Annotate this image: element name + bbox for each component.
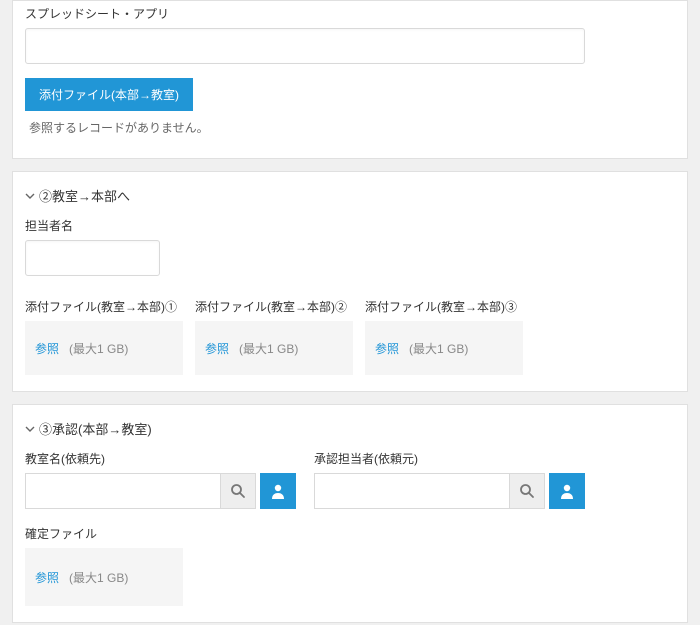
upload-col-1: 添付ファイル(教室→本部)① 参照 (最大1 GB) bbox=[25, 298, 183, 375]
no-record-message: 参照するレコードがありません。 bbox=[25, 111, 675, 142]
section2-header[interactable]: ②教室→本部へ bbox=[25, 180, 675, 217]
attach-label-1: 添付ファイル(教室→本部)① bbox=[25, 298, 183, 315]
upload-row: 添付ファイル(教室→本部)① 参照 (最大1 GB) 添付ファイル(教室→本部)… bbox=[25, 298, 675, 375]
approver-col: 承認担当者(依頼元) bbox=[314, 450, 585, 509]
search-icon bbox=[519, 483, 535, 499]
upload-box-1[interactable]: 参照 (最大1 GB) bbox=[25, 321, 183, 375]
spreadsheet-app-input[interactable] bbox=[25, 28, 585, 64]
max-size-2: (最大1 GB) bbox=[239, 340, 298, 357]
section-class-to-hq: ②教室→本部へ 担当者名 添付ファイル(教室→本部)① 参照 (最大1 GB) … bbox=[12, 171, 688, 392]
person-name-label: 担当者名 bbox=[25, 217, 675, 234]
browse-link-2[interactable]: 参照 bbox=[205, 340, 229, 357]
approver-user-button[interactable] bbox=[549, 473, 585, 509]
confirm-browse-link[interactable]: 参照 bbox=[35, 569, 59, 586]
browse-link-3[interactable]: 参照 bbox=[375, 340, 399, 357]
user-icon bbox=[269, 482, 287, 500]
attach-hq-to-class-tab[interactable]: 添付ファイル(本部→教室) bbox=[25, 78, 193, 111]
confirm-file-label: 確定ファイル bbox=[25, 525, 675, 542]
chevron-down-icon bbox=[25, 191, 35, 201]
upload-col-3: 添付ファイル(教室→本部)③ 参照 (最大1 GB) bbox=[365, 298, 523, 375]
dest-classroom-col: 教室名(依頼先) bbox=[25, 450, 296, 509]
person-name-input[interactable] bbox=[25, 240, 160, 276]
section3-header[interactable]: ③承認(本部→教室) bbox=[25, 413, 675, 450]
upload-col-2: 添付ファイル(教室→本部)② 参照 (最大1 GB) bbox=[195, 298, 353, 375]
spreadsheet-app-label: スプレッドシート・アプリ bbox=[25, 5, 675, 22]
chevron-down-icon bbox=[25, 424, 35, 434]
attach-label-2: 添付ファイル(教室→本部)② bbox=[195, 298, 353, 315]
dest-classroom-label: 教室名(依頼先) bbox=[25, 450, 296, 467]
dest-search-button[interactable] bbox=[220, 473, 256, 509]
section-approval: ③承認(本部→教室) 教室名(依頼先) 承認担当者(依頼元) bbox=[12, 404, 688, 623]
max-size-1: (最大1 GB) bbox=[69, 340, 128, 357]
attach-label-3: 添付ファイル(教室→本部)③ bbox=[365, 298, 523, 315]
max-size-3: (最大1 GB) bbox=[409, 340, 468, 357]
section3-title: ③承認(本部→教室) bbox=[39, 419, 152, 438]
dest-classroom-input[interactable] bbox=[25, 473, 220, 509]
upload-box-3[interactable]: 参照 (最大1 GB) bbox=[365, 321, 523, 375]
section2-title: ②教室→本部へ bbox=[39, 186, 130, 205]
search-icon bbox=[230, 483, 246, 499]
approver-label: 承認担当者(依頼元) bbox=[314, 450, 585, 467]
approver-input[interactable] bbox=[314, 473, 509, 509]
dest-user-button[interactable] bbox=[260, 473, 296, 509]
user-icon bbox=[558, 482, 576, 500]
approver-search-button[interactable] bbox=[509, 473, 545, 509]
browse-link-1[interactable]: 参照 bbox=[35, 340, 59, 357]
confirm-upload-box[interactable]: 参照 (最大1 GB) bbox=[25, 548, 183, 606]
confirm-max-size: (最大1 GB) bbox=[69, 569, 128, 586]
section-spreadsheet-app: スプレッドシート・アプリ 添付ファイル(本部→教室) 参照するレコードがありませ… bbox=[12, 0, 688, 159]
upload-box-2[interactable]: 参照 (最大1 GB) bbox=[195, 321, 353, 375]
